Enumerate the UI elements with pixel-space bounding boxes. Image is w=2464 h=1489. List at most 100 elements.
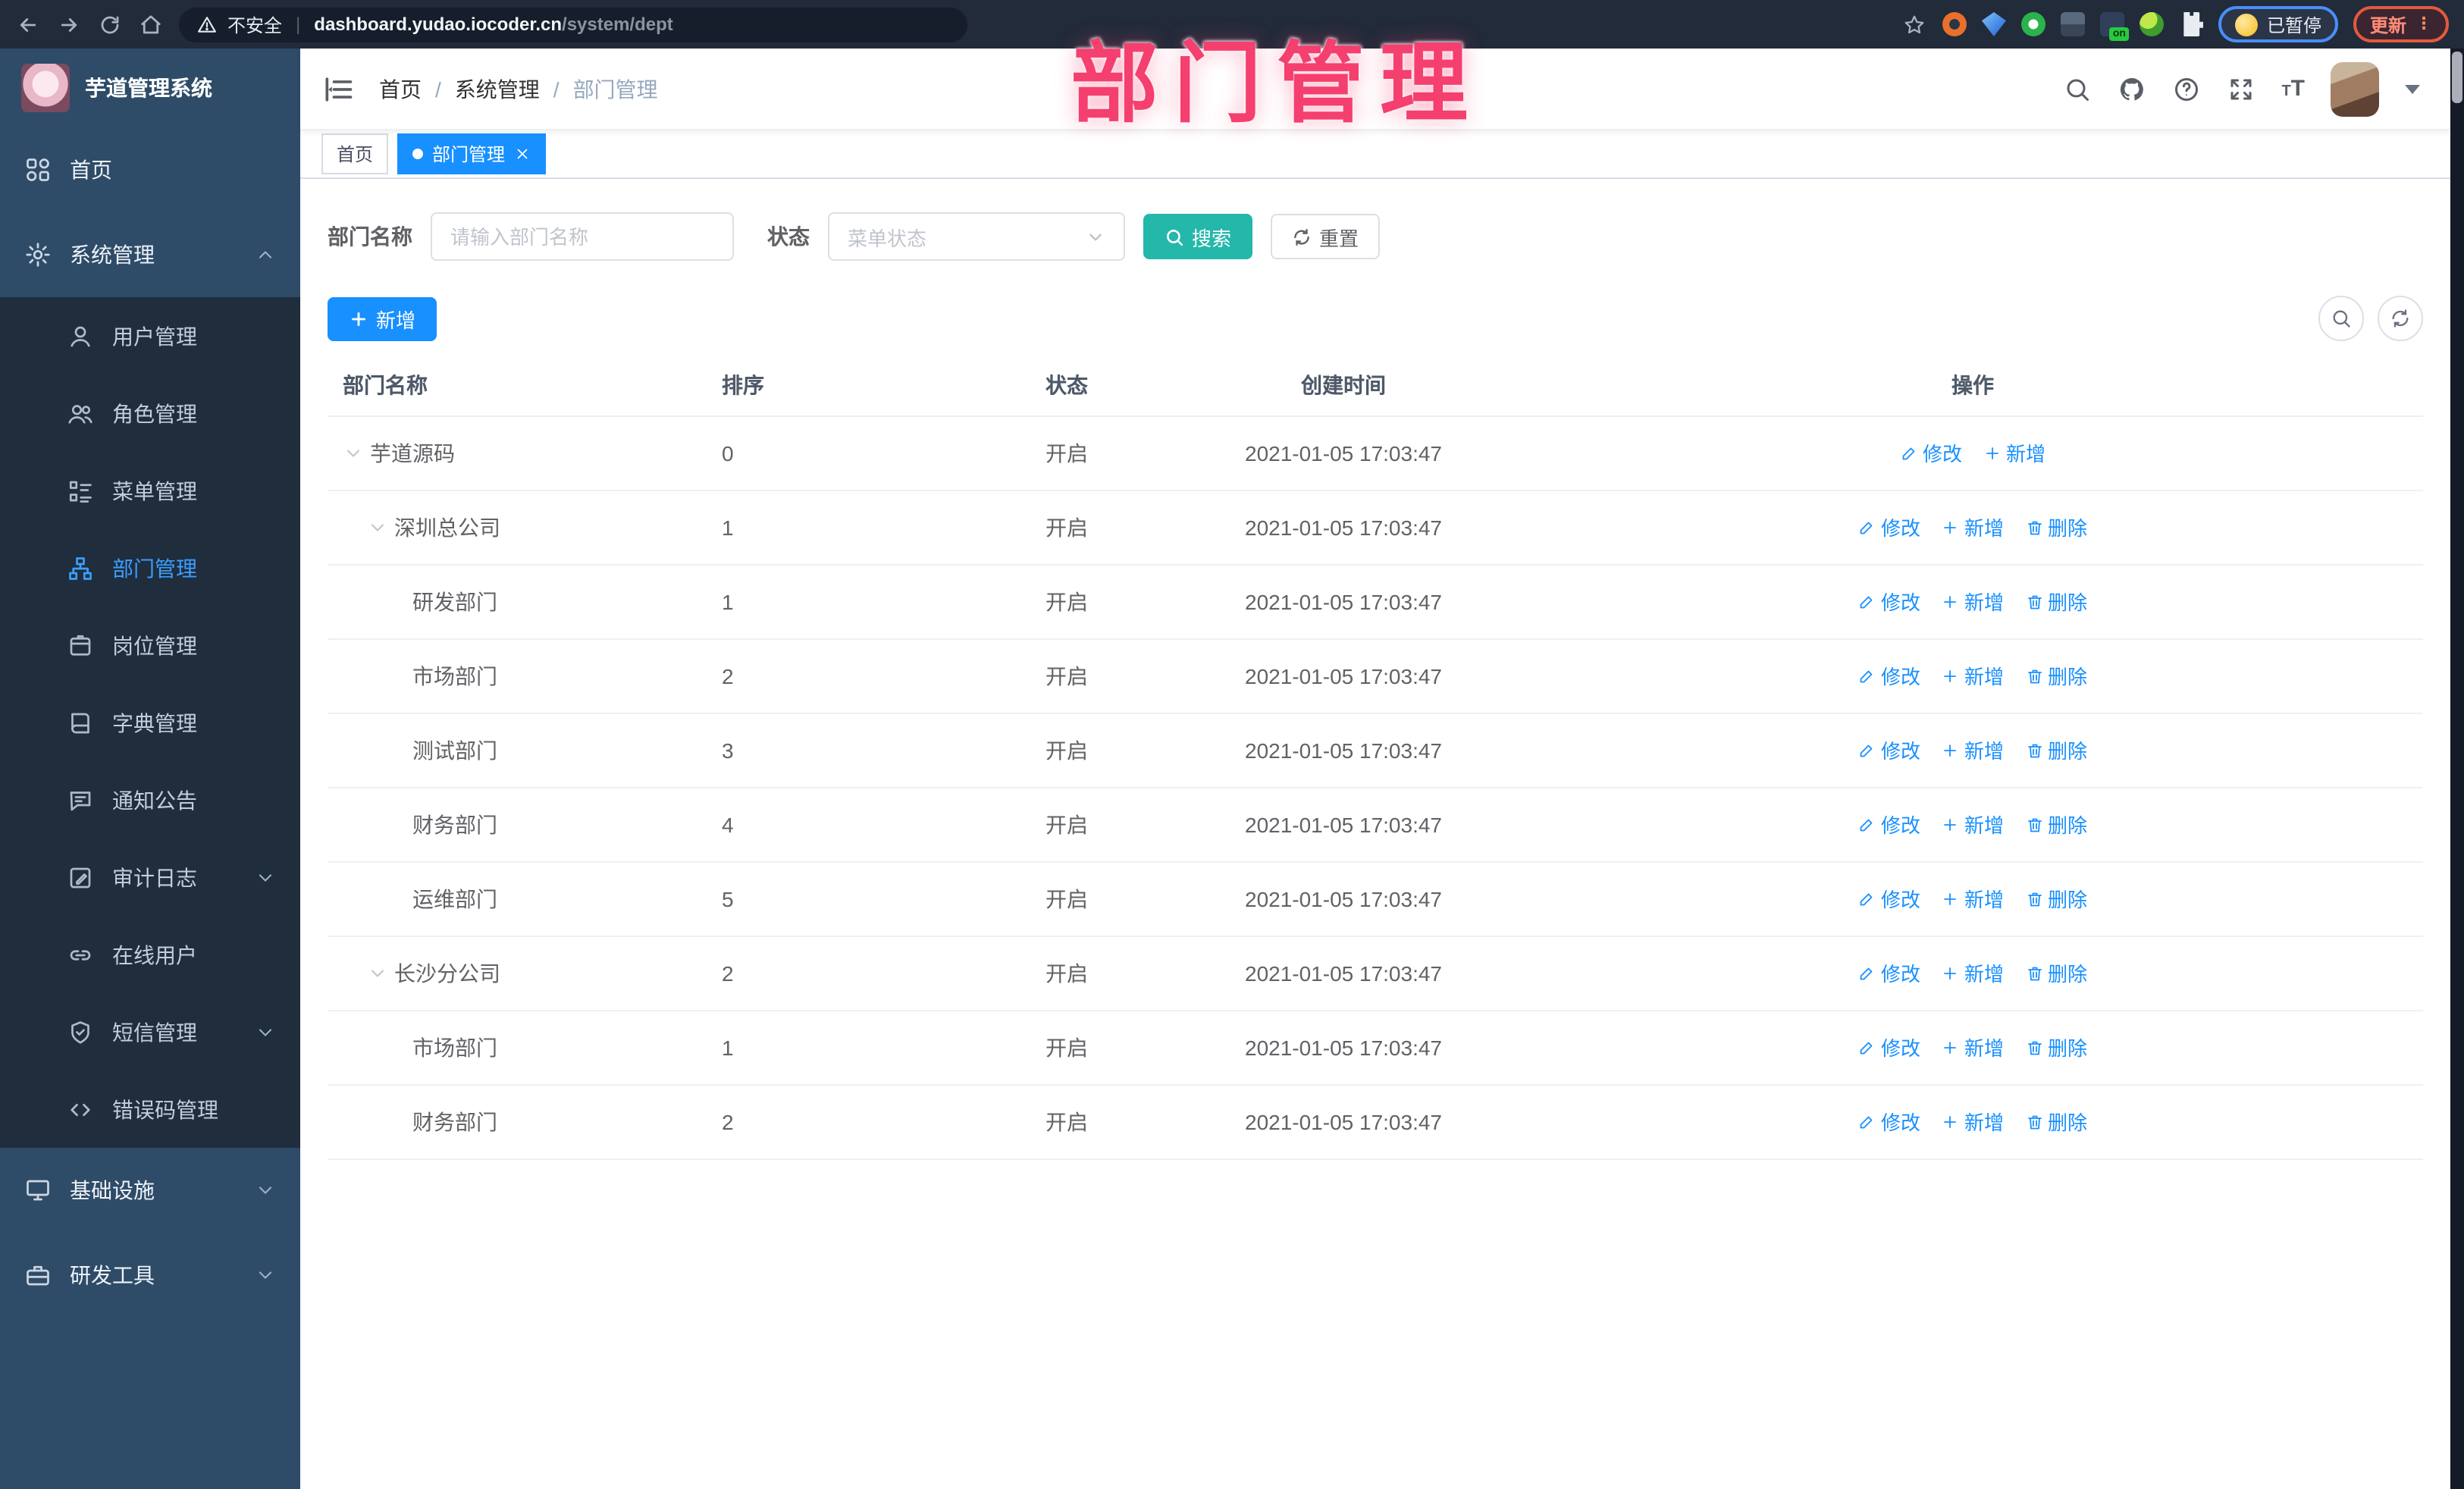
add-link[interactable]: 新增: [1942, 735, 2004, 764]
extension-icon[interactable]: [2139, 12, 2164, 36]
sidebar-item-11[interactable]: 短信管理: [0, 993, 300, 1071]
fullscreen-icon[interactable]: [2227, 74, 2256, 103]
sidebar-item-12[interactable]: 错误码管理: [0, 1071, 300, 1148]
edit-link[interactable]: 修改: [1858, 1107, 1920, 1136]
bookmark-star-icon[interactable]: [1901, 11, 1927, 37]
sidebar-item-3[interactable]: 角色管理: [0, 375, 300, 452]
search-button[interactable]: 搜索: [1143, 214, 1253, 259]
edit-link[interactable]: 修改: [1858, 958, 1920, 987]
add-link[interactable]: 新增: [1942, 661, 2004, 690]
search-icon[interactable]: [2063, 74, 2092, 103]
add-link[interactable]: 新增: [1942, 810, 2004, 839]
browser-update-button[interactable]: 更新 ⋮: [2353, 6, 2449, 42]
close-icon[interactable]: [514, 146, 531, 162]
delete-link[interactable]: 删除: [2025, 1033, 2087, 1061]
tab-0[interactable]: 首页: [321, 133, 389, 174]
sidebar-item-1[interactable]: 系统管理: [0, 212, 300, 297]
sidebar-item-6[interactable]: 岗位管理: [0, 607, 300, 684]
edit-link[interactable]: 修改: [1858, 1033, 1920, 1061]
add-link[interactable]: 新增: [1942, 513, 2004, 541]
status-select[interactable]: 菜单状态: [828, 212, 1125, 261]
reload-icon[interactable]: [97, 11, 123, 37]
app-logo[interactable]: 芋道管理系统: [0, 49, 300, 127]
extension-icon[interactable]: on: [2099, 12, 2129, 41]
sidebar-item-4[interactable]: 菜单管理: [0, 452, 300, 529]
toolbox-icon: [24, 1262, 52, 1289]
sidebar-item-0[interactable]: 首页: [0, 127, 300, 212]
menu-tree-icon: [67, 477, 94, 504]
delete-link[interactable]: 删除: [2025, 1107, 2087, 1136]
sidebar-item-7[interactable]: 字典管理: [0, 684, 300, 761]
help-icon[interactable]: [2172, 74, 2201, 103]
page-scrollbar[interactable]: [2450, 49, 2464, 1489]
font-size-icon[interactable]: TT: [2281, 76, 2305, 102]
delete-link[interactable]: 删除: [2025, 513, 2087, 541]
tab-1[interactable]: 部门管理: [397, 133, 547, 174]
expand-arrow-icon[interactable]: [343, 442, 364, 463]
delete-link[interactable]: 删除: [2025, 884, 2087, 913]
created-cell: 2021-01-05 17:03:47: [1131, 490, 1556, 565]
expand-arrow-icon[interactable]: [367, 516, 388, 538]
delete-link[interactable]: 删除: [2025, 587, 2087, 616]
table-row: 财务部门 4 开启 2021-01-05 17:03:47 修改 新增 删除: [328, 787, 2423, 862]
sidebar-item-13[interactable]: 基础设施: [0, 1148, 300, 1233]
user-avatar[interactable]: [2331, 61, 2379, 116]
add-link[interactable]: 新增: [1942, 958, 2004, 987]
delete-link[interactable]: 删除: [2025, 958, 2087, 987]
add-link[interactable]: 新增: [1942, 884, 2004, 913]
sidebar-item-label: 角色管理: [112, 401, 197, 425]
dept-name-input[interactable]: [431, 212, 734, 261]
add-icon: [1942, 815, 1960, 833]
extension-icon[interactable]: [2020, 12, 2045, 36]
sidebar-item-label: 基础设施: [70, 1178, 155, 1202]
add-link[interactable]: 新增: [1942, 1107, 2004, 1136]
extension-icon[interactable]: [1942, 12, 1967, 36]
scrollbar-thumb[interactable]: [2452, 52, 2462, 103]
add-link[interactable]: 新增: [1942, 1033, 2004, 1061]
sidebar-item-14[interactable]: 研发工具: [0, 1233, 300, 1318]
edit-link[interactable]: 修改: [1858, 735, 1920, 764]
browser-profile-button[interactable]: 已暂停: [2218, 6, 2338, 42]
sidebar-item-9[interactable]: 审计日志: [0, 839, 300, 916]
add-link[interactable]: 新增: [1983, 438, 2045, 467]
header-actions: 操作: [1556, 356, 2390, 416]
browser-menu-icon[interactable]: ⋮: [2415, 15, 2432, 33]
extension-icon[interactable]: [2060, 12, 2085, 36]
expand-arrow-icon[interactable]: [367, 962, 388, 983]
add-button[interactable]: 新增: [328, 296, 437, 340]
breadcrumb-item[interactable]: 首页: [379, 74, 422, 104]
breadcrumb-item[interactable]: 系统管理: [455, 74, 540, 104]
back-icon[interactable]: [15, 11, 41, 37]
github-icon[interactable]: [2118, 74, 2146, 103]
edit-link[interactable]: 修改: [1858, 810, 1920, 839]
extension-icon[interactable]: [1981, 12, 2006, 36]
avatar-dropdown-caret-icon[interactable]: [2405, 84, 2420, 93]
table-row: 芋道源码 0 开启 2021-01-05 17:03:47 修改 新增: [328, 415, 2423, 491]
delete-link[interactable]: 删除: [2025, 661, 2087, 690]
edit-icon: [1858, 518, 1876, 536]
edit-link[interactable]: 修改: [1858, 587, 1920, 616]
edit-link[interactable]: 修改: [1858, 513, 1920, 541]
sidebar-toggle-icon[interactable]: [321, 72, 355, 105]
header-dept-name: 部门名称: [328, 356, 676, 416]
home-icon[interactable]: [138, 11, 164, 37]
sidebar-item-5[interactable]: 部门管理: [0, 529, 300, 607]
delete-link[interactable]: 删除: [2025, 810, 2087, 839]
dept-name-cell: 研发部门: [412, 589, 497, 613]
edit-link[interactable]: 修改: [1900, 438, 1962, 467]
edit-link[interactable]: 修改: [1858, 661, 1920, 690]
add-link[interactable]: 新增: [1942, 587, 2004, 616]
delete-link[interactable]: 删除: [2025, 735, 2087, 764]
sidebar-item-8[interactable]: 通知公告: [0, 761, 300, 839]
edit-link[interactable]: 修改: [1858, 884, 1920, 913]
refresh-button[interactable]: [2378, 296, 2423, 341]
toggle-search-button[interactable]: [2318, 296, 2364, 341]
reset-button[interactable]: 重置: [1271, 214, 1381, 259]
status-cell: 开启: [1002, 490, 1131, 565]
sidebar-item-10[interactable]: 在线用户: [0, 916, 300, 993]
edit-icon: [1858, 889, 1876, 908]
forward-icon[interactable]: [56, 11, 82, 37]
address-bar[interactable]: 不安全 | dashboard.yudao.iocoder.cn/system/…: [179, 7, 967, 42]
sidebar-item-2[interactable]: 用户管理: [0, 297, 300, 375]
extension-icon[interactable]: [2183, 12, 2203, 36]
